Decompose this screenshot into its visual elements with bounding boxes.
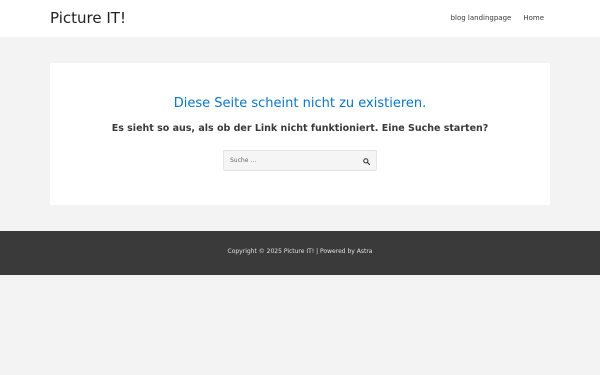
search-icon — [363, 153, 370, 168]
search-input[interactable] — [224, 151, 354, 170]
search-button[interactable] — [360, 154, 373, 167]
site-title-link[interactable]: Picture IT! — [50, 9, 126, 27]
page-subtitle: Es sieht so aus, als ob der Link nicht f… — [111, 123, 489, 134]
copyright-prefix: Copyright © 2025 — [227, 248, 284, 255]
site-footer: Copyright © 2025 Picture IT! | Powered b… — [0, 231, 600, 275]
nav-item-blog-landingpage[interactable]: blog landingpage — [451, 14, 512, 22]
error-404-card: Diese Seite scheint nicht zu existieren.… — [50, 63, 550, 205]
footer-copyright: Copyright © 2025 Picture IT! | Powered b… — [0, 248, 600, 255]
footer-site-link[interactable]: Picture IT! — [284, 248, 314, 255]
powered-by-separator: | Powered by — [314, 248, 357, 255]
footer-theme-link[interactable]: Astra — [357, 248, 373, 255]
search-form — [223, 150, 377, 171]
nav-item-home[interactable]: Home — [523, 14, 544, 22]
primary-nav: blog landingpage Home — [451, 14, 544, 22]
page-title: Diese Seite scheint nicht zu existieren. — [173, 96, 427, 111]
site-header: Picture IT! blog landingpage Home — [0, 0, 600, 37]
